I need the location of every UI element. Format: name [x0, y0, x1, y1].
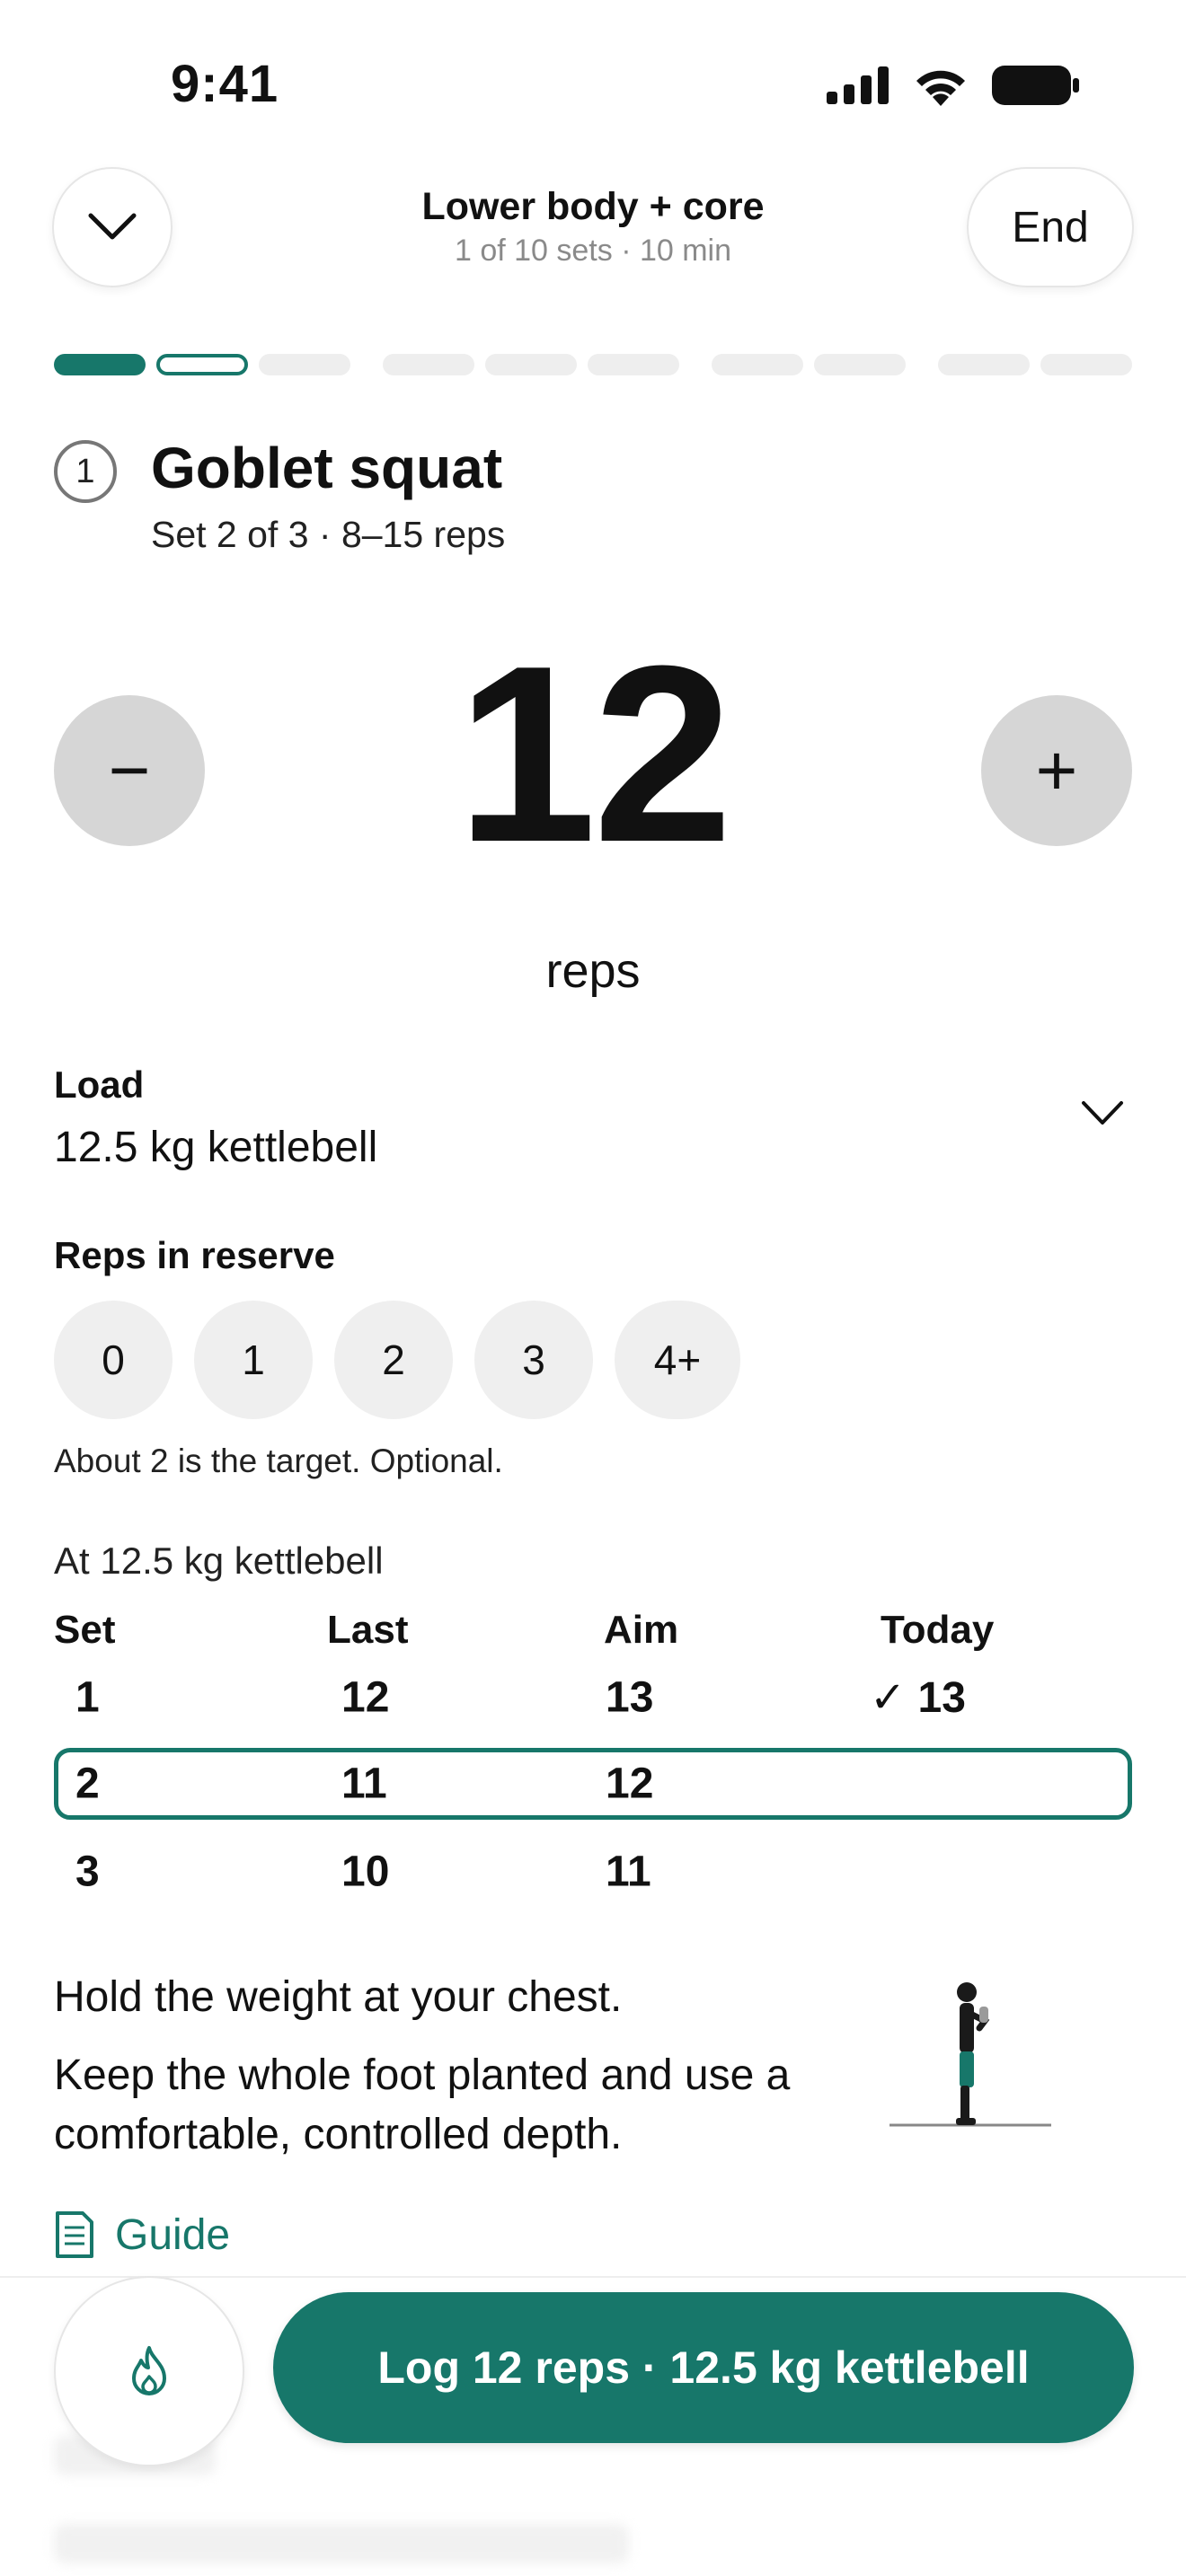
cell-today: ✓ 13	[870, 1674, 966, 1722]
rir-option-1[interactable]: 1	[194, 1301, 313, 1419]
table-row: 3 10 11	[54, 1836, 1132, 1908]
rir-label: Reps in reserve	[54, 1234, 335, 1276]
cell-last: 11	[341, 1760, 387, 1808]
cell-last: 12	[341, 1673, 390, 1722]
header-last: Last	[327, 1608, 409, 1652]
increment-reps-button[interactable]: +	[981, 695, 1132, 846]
cell-aim: 11	[606, 1848, 651, 1896]
progress-segment-5	[485, 354, 577, 375]
progress-segment-1	[54, 354, 146, 375]
goblet-squat-figure-illustration	[890, 1982, 1051, 2127]
progress-segment-6	[588, 354, 679, 375]
rir-option-2[interactable]: 2	[334, 1301, 453, 1419]
cell-set: 1	[75, 1673, 100, 1722]
header-set: Set	[54, 1608, 116, 1652]
exercise-number-badge: 1	[54, 440, 117, 503]
history-table-header: Set Last Aim Today	[54, 1608, 1132, 1658]
end-workout-button[interactable]: End	[967, 167, 1134, 287]
guide-link[interactable]: Guide	[54, 2210, 230, 2260]
battery-icon	[992, 66, 1079, 105]
rep-count-unit: reps	[545, 944, 641, 998]
rir-option-4-plus[interactable]: 4+	[615, 1301, 740, 1419]
guide-label: Guide	[115, 2210, 231, 2259]
progress-segment-2	[156, 354, 248, 375]
blurred-background-content	[54, 2524, 629, 2563]
progress-segment-3	[259, 354, 350, 375]
progress-segment-10	[1040, 354, 1132, 375]
workout-set-screen: 9:41 Lower body + core 1 of 10 sets · 10…	[0, 0, 1186, 2576]
rir-hint: About 2 is the target. Optional.	[54, 1442, 503, 1479]
wifi-icon	[916, 70, 965, 106]
cell-set: 2	[75, 1760, 100, 1808]
progress-segment-9	[938, 354, 1030, 375]
exercise-name: Goblet squat	[151, 436, 503, 500]
document-icon	[56, 2211, 93, 2258]
history-context: At 12.5 kg kettlebell	[54, 1539, 384, 1582]
status-time: 9:41	[171, 55, 279, 113]
cell-aim: 13	[606, 1673, 654, 1722]
cell-aim: 12	[606, 1760, 654, 1808]
load-label: Load	[54, 1063, 145, 1106]
load-selector[interactable]: 12.5 kg kettlebell	[54, 1123, 377, 1172]
table-row-current: 2 11 12	[54, 1748, 1132, 1820]
cell-last: 10	[341, 1848, 390, 1896]
rir-options: 0 1 2 3 4+	[54, 1301, 740, 1419]
cell-set: 3	[75, 1848, 100, 1896]
warmup-flame-button[interactable]	[54, 2276, 244, 2466]
exercise-set-detail: Set 2 of 3 · 8–15 reps	[151, 514, 506, 555]
flame-icon	[132, 2346, 166, 2395]
instruction-line-2: Keep the whole foot planted and use a co…	[54, 2051, 791, 2158]
cellular-signal-icon	[827, 66, 889, 104]
status-icons	[827, 65, 1080, 106]
rir-option-0[interactable]: 0	[54, 1301, 173, 1419]
header-today: Today	[881, 1608, 995, 1652]
table-row: 1 12 13 ✓ 13	[54, 1662, 1132, 1734]
chevron-down-icon[interactable]	[1080, 1098, 1125, 1130]
log-set-button[interactable]: Log 12 reps · 12.5 kg kettlebell	[273, 2292, 1134, 2443]
progress-segment-4	[383, 354, 474, 375]
rir-option-3[interactable]: 3	[474, 1301, 593, 1419]
instruction-line-1: Hold the weight at your chest.	[54, 1973, 623, 2021]
progress-segment-8	[814, 354, 906, 375]
header-aim: Aim	[604, 1608, 679, 1652]
set-progress-bar	[54, 354, 1132, 377]
progress-segment-7	[712, 354, 803, 375]
